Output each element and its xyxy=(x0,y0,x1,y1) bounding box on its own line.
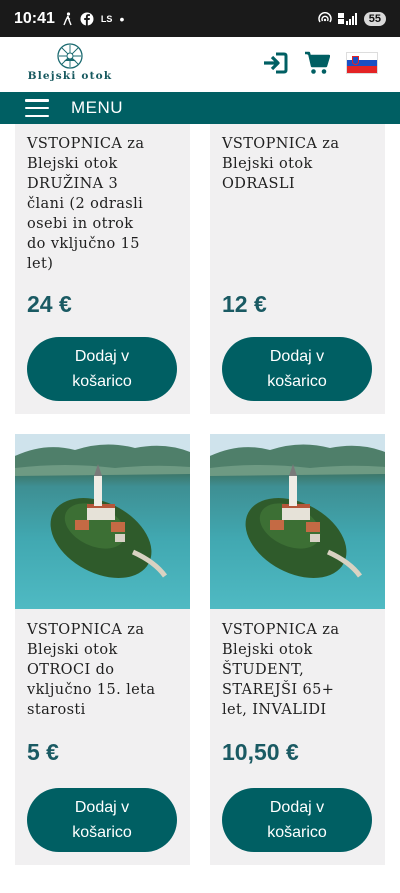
product-title: VSTOPNICA za Blejski otok OTROCI do vklj… xyxy=(27,622,156,718)
product-card: VSTOPNICA za Blejski otok ODRASLI 12 € D… xyxy=(210,124,385,414)
product-price: 5 € xyxy=(27,739,59,765)
dot-icon: • xyxy=(119,10,125,27)
site-logo[interactable]: Blejski otok xyxy=(22,43,118,88)
add-to-cart-button[interactable]: Dodaj v košarico xyxy=(222,788,372,852)
ls-icon: LS xyxy=(100,13,113,24)
product-price: 24 € xyxy=(27,291,72,317)
add-to-cart-button[interactable]: Dodaj v košarico xyxy=(222,337,372,401)
hamburger-menu-icon[interactable] xyxy=(25,99,49,117)
status-bar: 10:41 LS • 55 xyxy=(0,0,400,37)
signal-icon xyxy=(337,12,357,25)
slovenia-flag-icon[interactable] xyxy=(346,52,378,74)
product-title: VSTOPNICA za Blejski otok ŠTUDENT, STARE… xyxy=(222,622,340,718)
cart-icon[interactable] xyxy=(304,51,330,75)
site-header: Blejski otok xyxy=(0,37,400,92)
product-title: VSTOPNICA za Blejski otok ODRASLI xyxy=(222,136,340,192)
product-card: VSTOPNICA za Blejski otok DRUŽINA 3 član… xyxy=(15,124,190,414)
product-card: VSTOPNICA za Blejski otok OTROCI do vklj… xyxy=(15,434,190,865)
hotspot-icon xyxy=(318,11,332,22)
product-card: VSTOPNICA za Blejski otok ŠTUDENT, STARE… xyxy=(210,434,385,865)
product-image[interactable] xyxy=(210,434,385,609)
battery-icon: 55 xyxy=(363,11,386,26)
product-grid: VSTOPNICA za Blejski otok DRUŽINA 3 član… xyxy=(0,124,400,893)
logo-text: Blejski otok xyxy=(27,70,113,82)
facebook-icon xyxy=(80,12,94,25)
menu-label[interactable]: MENU xyxy=(71,98,123,118)
login-icon[interactable] xyxy=(262,51,288,75)
product-image[interactable] xyxy=(15,434,190,609)
status-time: 10:41 xyxy=(14,9,55,27)
menu-bar[interactable]: MENU xyxy=(0,92,400,124)
status-right-icons: 55 xyxy=(318,11,386,26)
header-actions xyxy=(262,51,378,75)
add-to-cart-button[interactable]: Dodaj v košarico xyxy=(27,788,177,852)
add-to-cart-button[interactable]: Dodaj v košarico xyxy=(27,337,177,401)
product-price: 10,50 € xyxy=(222,739,299,765)
walking-icon xyxy=(63,11,72,25)
product-title: VSTOPNICA za Blejski otok DRUŽINA 3 član… xyxy=(27,136,145,272)
product-price: 12 € xyxy=(222,291,267,317)
island-logo-icon xyxy=(57,43,83,69)
status-left-icons: LS • xyxy=(63,12,124,26)
